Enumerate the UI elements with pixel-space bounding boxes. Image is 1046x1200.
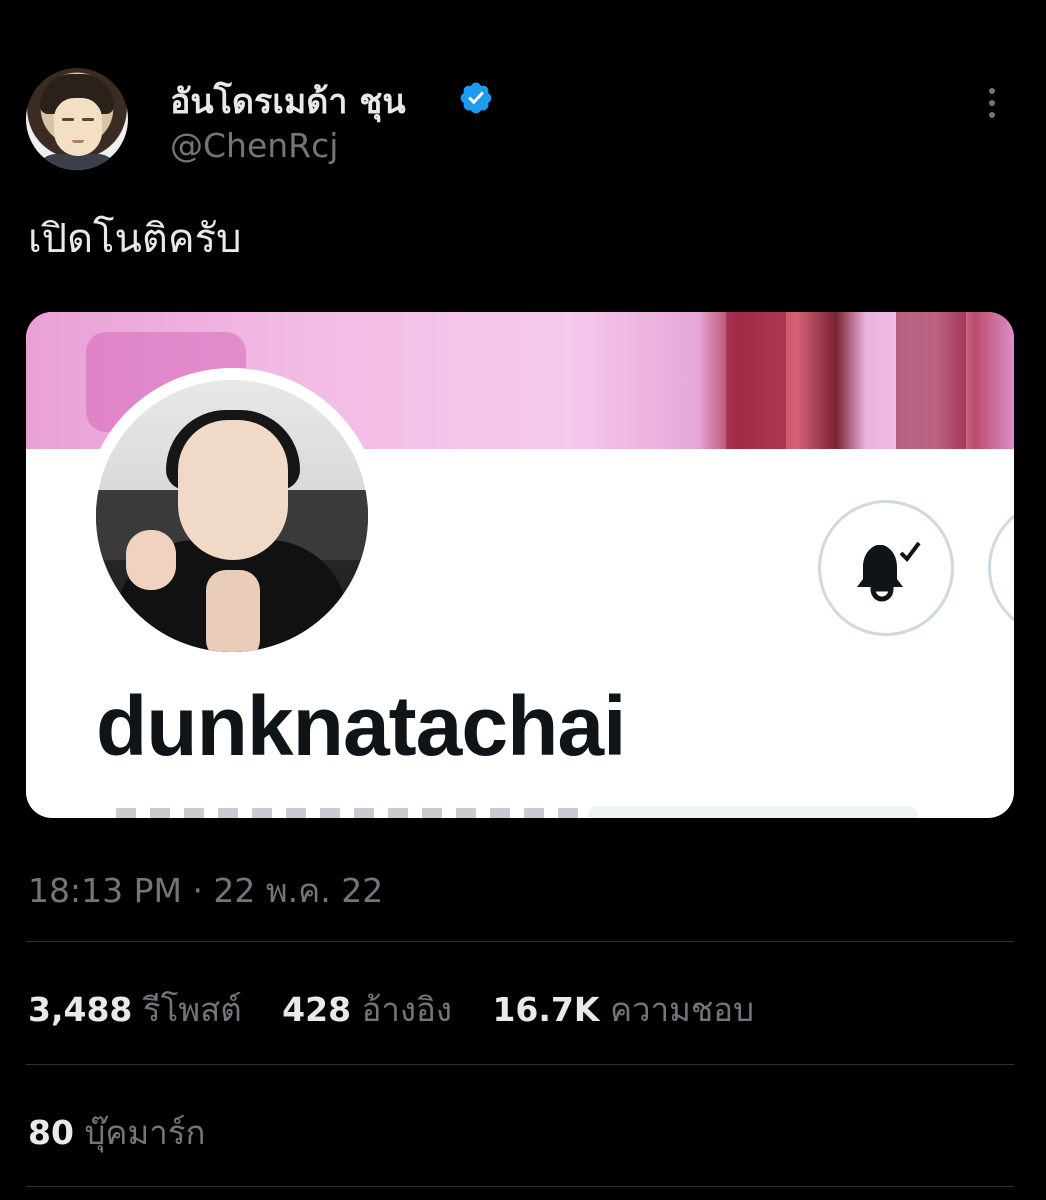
profile-picture (96, 380, 368, 652)
cut-off-text (116, 808, 586, 818)
divider (26, 1186, 1014, 1187)
tweet-detail-page: อันโดรเมด้า ชุน @ChenRcj เปิดโนติครับ du… (0, 0, 1046, 1200)
tweet-text: เปิดโนติครับ (28, 216, 242, 262)
follow-button-partial (988, 500, 1014, 636)
likes-count[interactable]: 16.7K (492, 990, 599, 1029)
retweets-count[interactable]: 3,488 (28, 990, 132, 1029)
bookmarks-label: บุ๊คมาร์ก (84, 1113, 206, 1152)
retweets-label[interactable]: รีโพสต์ (143, 990, 242, 1029)
cut-off-pill (588, 806, 918, 818)
divider (26, 1064, 1014, 1065)
quotes-count[interactable]: 428 (282, 990, 351, 1029)
notification-bell-button (818, 500, 954, 636)
card-username: dunknatachai (96, 679, 626, 773)
quotes-label[interactable]: อ้างอิง (362, 990, 452, 1029)
author-avatar[interactable] (26, 68, 128, 170)
engagement-stats: 3,488 รีโพสต์ 428 อ้างอิง 16.7K ความชอบ (28, 983, 784, 1036)
verified-badge-icon (460, 82, 492, 114)
bookmarks-count: 80 (28, 1113, 74, 1152)
author-handle[interactable]: @ChenRcj (170, 126, 338, 165)
more-vertical-icon[interactable] (984, 88, 1000, 128)
divider (26, 941, 1014, 942)
tweet-media-image[interactable]: dunknatachai (26, 312, 1014, 818)
tweet-timestamp[interactable]: 18:13 PM · 22 พ.ค. 22 (28, 864, 383, 917)
bell-check-icon (857, 541, 921, 602)
likes-label[interactable]: ความชอบ (610, 990, 754, 1029)
bookmarks-stat[interactable]: 80 บุ๊คมาร์ก (28, 1106, 235, 1159)
author-display-name[interactable]: อันโดรเมด้า ชุน (170, 74, 406, 128)
